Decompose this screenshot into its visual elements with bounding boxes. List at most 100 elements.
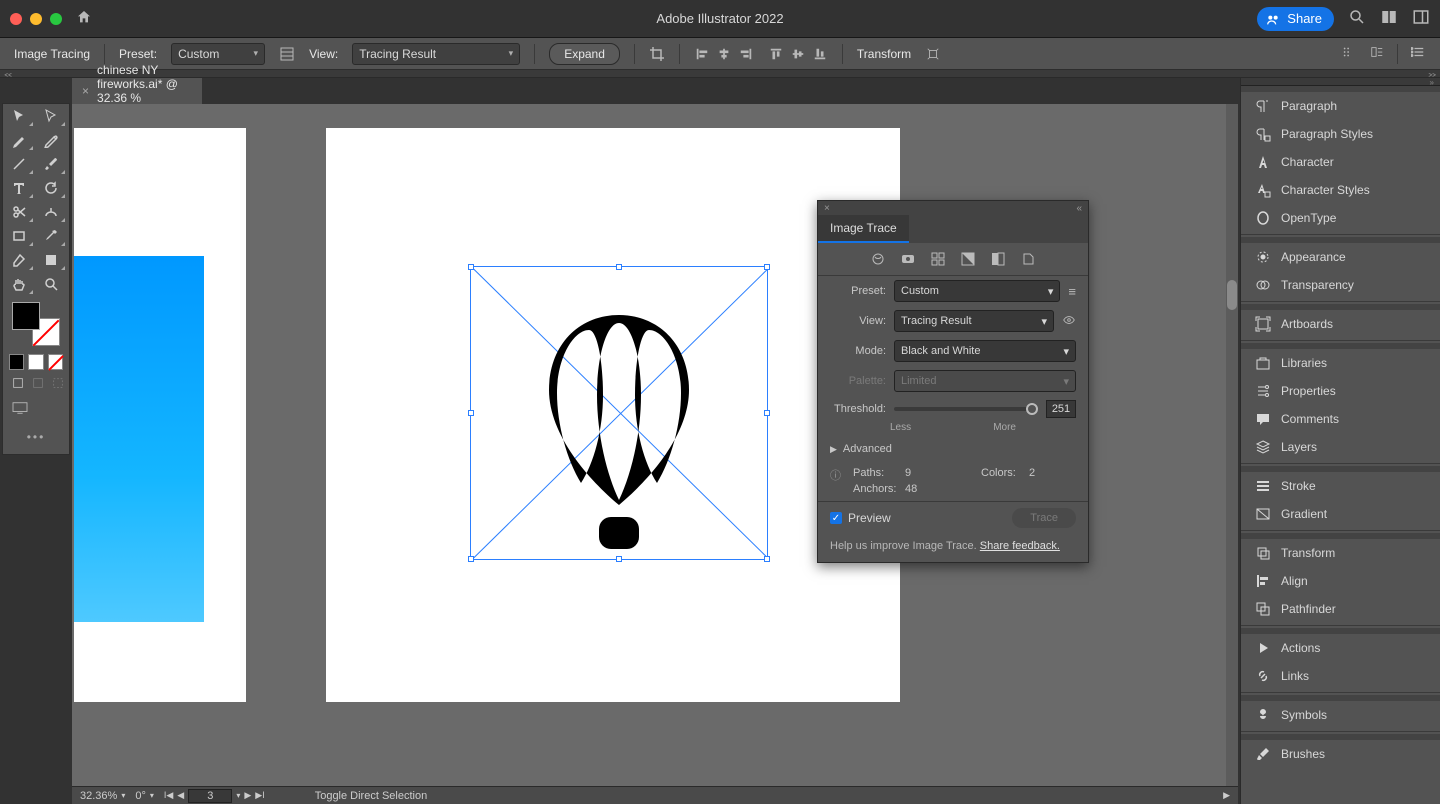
arrange-documents-icon[interactable] bbox=[1380, 8, 1398, 29]
rotate-tool[interactable] bbox=[35, 176, 67, 200]
collapse-panel-icon[interactable]: « bbox=[1076, 203, 1082, 214]
status-menu-icon[interactable]: ▶ bbox=[1223, 790, 1230, 801]
essentials-icon[interactable] bbox=[1341, 44, 1357, 60]
search-icon[interactable] bbox=[1348, 8, 1366, 29]
eyedropper-tool[interactable] bbox=[35, 224, 67, 248]
crop-icon[interactable] bbox=[649, 46, 665, 62]
panel-pathfinder[interactable]: Pathfinder bbox=[1241, 595, 1440, 623]
panel-actions[interactable]: Actions bbox=[1241, 634, 1440, 662]
selection-bounding-box[interactable] bbox=[470, 266, 768, 560]
scissors-tool[interactable] bbox=[3, 200, 35, 224]
panel-brushes[interactable]: Brushes bbox=[1241, 740, 1440, 768]
document-tab[interactable]: × chinese NY fireworks.ai* @ 32.36 % (RG… bbox=[72, 78, 202, 104]
zoom-dropdown[interactable]: 32.36%▾ bbox=[80, 790, 125, 802]
panel-paragraph-styles[interactable]: Paragraph Styles bbox=[1241, 120, 1440, 148]
draw-inside-icon[interactable] bbox=[51, 376, 65, 393]
list-icon[interactable] bbox=[1410, 44, 1426, 60]
trace-panel-icon[interactable] bbox=[279, 46, 295, 62]
panel-symbols[interactable]: Symbols bbox=[1241, 701, 1440, 729]
panel-layers[interactable]: Layers bbox=[1241, 433, 1440, 461]
artboard-number[interactable]: 3 bbox=[188, 789, 232, 803]
draw-normal-icon[interactable] bbox=[11, 376, 25, 393]
paintbrush-tool[interactable] bbox=[35, 152, 67, 176]
panel-paragraph[interactable]: Paragraph bbox=[1241, 92, 1440, 120]
panel-appearance[interactable]: Appearance bbox=[1241, 243, 1440, 271]
collapse-left-icon[interactable]: « bbox=[4, 70, 13, 77]
expand-button[interactable]: Expand bbox=[549, 43, 620, 65]
view-dropdown[interactable]: Tracing Result▾ bbox=[352, 43, 520, 65]
line-tool[interactable] bbox=[3, 152, 35, 176]
share-button[interactable]: Share bbox=[1257, 7, 1334, 31]
black-white-icon[interactable] bbox=[990, 251, 1006, 267]
threshold-slider[interactable] bbox=[894, 407, 1038, 411]
fill-stroke-indicator[interactable] bbox=[10, 300, 62, 348]
panel-artboards[interactable]: Artboards bbox=[1241, 310, 1440, 338]
eye-icon[interactable] bbox=[1062, 313, 1076, 330]
type-tool[interactable] bbox=[3, 176, 35, 200]
close-window-button[interactable] bbox=[10, 13, 22, 25]
arrange-icon[interactable] bbox=[1369, 44, 1385, 60]
preset-dropdown[interactable]: Custom▾ bbox=[171, 43, 265, 65]
pen-tool[interactable] bbox=[3, 128, 35, 152]
panel-character[interactable]: Character bbox=[1241, 148, 1440, 176]
auto-color-icon[interactable] bbox=[870, 251, 886, 267]
prev-artboard-icon[interactable]: ◀ bbox=[177, 790, 184, 801]
outline-icon[interactable] bbox=[1020, 251, 1036, 267]
rectangle-tool[interactable] bbox=[3, 224, 35, 248]
curvature-tool[interactable] bbox=[35, 128, 67, 152]
panel-transparency[interactable]: Transparency bbox=[1241, 271, 1440, 299]
screen-mode-icon[interactable] bbox=[11, 401, 29, 418]
preview-checkbox[interactable]: ✓ bbox=[830, 512, 842, 524]
align-right-icon[interactable] bbox=[738, 46, 754, 62]
color-mode-gradient[interactable] bbox=[28, 354, 43, 370]
info-icon[interactable]: ⓘ bbox=[830, 467, 841, 483]
color-mode-solid[interactable] bbox=[9, 354, 24, 370]
eraser-tool[interactable] bbox=[3, 248, 35, 272]
image-trace-tab[interactable]: Image Trace bbox=[818, 215, 909, 243]
zoom-tool[interactable] bbox=[35, 272, 67, 296]
wand-tool[interactable] bbox=[35, 200, 67, 224]
close-tab-icon[interactable]: × bbox=[82, 84, 89, 98]
panel-properties[interactable]: Properties bbox=[1241, 377, 1440, 405]
it-view-dropdown[interactable]: Tracing Result▾ bbox=[894, 310, 1054, 332]
panel-align[interactable]: Align bbox=[1241, 567, 1440, 595]
align-bottom-icon[interactable] bbox=[812, 46, 828, 62]
fill-swatch[interactable] bbox=[12, 302, 40, 330]
panel-character-styles[interactable]: Character Styles bbox=[1241, 176, 1440, 204]
rotation-dropdown[interactable]: 0°▾ bbox=[135, 790, 154, 802]
advanced-toggle[interactable]: ▶Advanced bbox=[818, 437, 1088, 461]
minimize-window-button[interactable] bbox=[30, 13, 42, 25]
panel-comments[interactable]: Comments bbox=[1241, 405, 1440, 433]
panel-stroke[interactable]: Stroke bbox=[1241, 472, 1440, 500]
selection-tool[interactable] bbox=[3, 104, 35, 128]
threshold-value[interactable]: 251 bbox=[1046, 400, 1076, 418]
first-artboard-icon[interactable]: I◀ bbox=[164, 790, 173, 801]
align-top-icon[interactable] bbox=[768, 46, 784, 62]
draw-behind-icon[interactable] bbox=[31, 376, 45, 393]
workspace-icon[interactable] bbox=[1412, 8, 1430, 29]
align-center-h-icon[interactable] bbox=[716, 46, 732, 62]
high-color-icon[interactable] bbox=[900, 251, 916, 267]
panel-transform[interactable]: Transform bbox=[1241, 539, 1440, 567]
color-mode-none[interactable] bbox=[48, 354, 63, 370]
collapse-dock-icon[interactable]: » bbox=[1430, 78, 1434, 87]
panel-opentype[interactable]: OpenType bbox=[1241, 204, 1440, 232]
panel-libraries[interactable]: Libraries bbox=[1241, 349, 1440, 377]
low-color-icon[interactable] bbox=[930, 251, 946, 267]
transform-label[interactable]: Transform bbox=[857, 47, 911, 61]
vertical-scrollbar[interactable] bbox=[1226, 104, 1238, 786]
maximize-window-button[interactable] bbox=[50, 13, 62, 25]
last-artboard-icon[interactable]: ▶I bbox=[255, 790, 264, 801]
hand-tool[interactable] bbox=[3, 272, 35, 296]
home-icon[interactable] bbox=[76, 9, 92, 28]
it-mode-dropdown[interactable]: Black and White▾ bbox=[894, 340, 1076, 362]
align-left-icon[interactable] bbox=[694, 46, 710, 62]
collapse-right-icon[interactable]: » bbox=[1427, 70, 1436, 77]
close-panel-icon[interactable]: × bbox=[824, 203, 830, 214]
direct-selection-tool[interactable] bbox=[35, 104, 67, 128]
gradient-tool[interactable] bbox=[35, 248, 67, 272]
isolate-icon[interactable] bbox=[925, 46, 941, 62]
panel-gradient[interactable]: Gradient bbox=[1241, 500, 1440, 528]
it-preset-dropdown[interactable]: Custom▾ bbox=[894, 280, 1060, 302]
grayscale-icon[interactable] bbox=[960, 251, 976, 267]
